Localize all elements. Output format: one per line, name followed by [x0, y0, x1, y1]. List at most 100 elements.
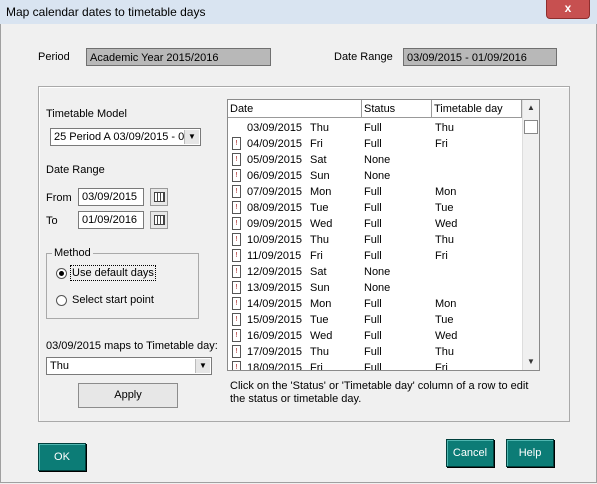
- select-start-point-label[interactable]: Select start point: [72, 294, 154, 306]
- status-cell[interactable]: Full: [364, 360, 382, 370]
- date-cell: 14/09/2015: [247, 298, 303, 310]
- status-cell[interactable]: Full: [364, 216, 382, 232]
- to-calendar-button[interactable]: [150, 211, 168, 229]
- table-row[interactable]: ! 09/09/2015 Wed Full Wed: [228, 216, 522, 232]
- date-cell: 10/09/2015: [247, 234, 303, 246]
- apply-button[interactable]: Apply: [78, 383, 178, 408]
- table-row[interactable]: ! 15/09/2015 Tue Full Tue: [228, 312, 522, 328]
- table-row[interactable]: ! 14/09/2015 Mon Full Mon: [228, 296, 522, 312]
- status-cell[interactable]: Full: [364, 312, 382, 328]
- status-cell[interactable]: None: [364, 264, 390, 280]
- scroll-down-icon[interactable]: ▼: [525, 356, 537, 368]
- table-row[interactable]: ! 18/09/2015 Fri Full Fri: [228, 360, 522, 370]
- chevron-down-icon[interactable]: ▼: [184, 130, 199, 144]
- column-header-date[interactable]: Date: [228, 100, 362, 118]
- from-calendar-button[interactable]: [150, 188, 168, 206]
- table-row[interactable]: ! 04/09/2015 Fri Full Fri: [228, 136, 522, 152]
- timetable-day-cell[interactable]: Thu: [435, 120, 454, 136]
- scroll-thumb[interactable]: [524, 120, 538, 134]
- cancel-button[interactable]: Cancel: [446, 439, 494, 467]
- date-cell: 06/09/2015: [247, 170, 303, 182]
- timetable-model-select[interactable]: 25 Period A 03/09/2015 - 0 ▼: [50, 128, 201, 146]
- table-row[interactable]: ! 07/09/2015 Mon Full Mon: [228, 184, 522, 200]
- status-cell[interactable]: Full: [364, 248, 382, 264]
- select-start-point-radio[interactable]: [56, 295, 67, 306]
- calendar-icon: [153, 215, 165, 225]
- use-default-days-label[interactable]: Use default days: [70, 265, 156, 281]
- to-label: To: [46, 215, 58, 227]
- timetable-day-cell[interactable]: Fri: [435, 248, 448, 264]
- method-group: [46, 253, 199, 319]
- status-cell[interactable]: Full: [364, 200, 382, 216]
- timetable-day-cell[interactable]: Tue: [435, 312, 454, 328]
- day-note-icon: !: [232, 329, 241, 342]
- weekday-cell: Wed: [310, 218, 333, 230]
- day-note-icon: !: [232, 297, 241, 310]
- timetable-day-cell[interactable]: Fri: [435, 136, 448, 152]
- timetable-day-cell[interactable]: Thu: [435, 232, 454, 248]
- status-cell[interactable]: Full: [364, 136, 382, 152]
- date-cell: 13/09/2015: [247, 282, 303, 294]
- weekday-cell: Tue: [310, 314, 329, 326]
- timetable-day-cell[interactable]: Mon: [435, 296, 456, 312]
- close-icon: x: [564, 1, 572, 15]
- status-cell[interactable]: Full: [364, 296, 382, 312]
- status-cell[interactable]: Full: [364, 184, 382, 200]
- status-cell[interactable]: None: [364, 168, 390, 184]
- help-button[interactable]: Help: [506, 439, 554, 467]
- to-date-field[interactable]: 01/09/2016: [78, 211, 144, 229]
- table-row[interactable]: 03/09/2015 Thu Full Thu: [228, 120, 522, 136]
- day-note-icon: !: [232, 217, 241, 230]
- day-note-icon: !: [232, 265, 241, 278]
- table-row[interactable]: ! 05/09/2015 Sat None: [228, 152, 522, 168]
- grid-hint: Click on the 'Status' or 'Timetable day'…: [230, 380, 529, 405]
- period-label: Period: [38, 51, 70, 63]
- day-note-icon: !: [232, 249, 241, 262]
- help-label: Help: [518, 447, 542, 459]
- weekday-cell: Tue: [310, 202, 329, 214]
- timetable-day-cell[interactable]: Thu: [435, 344, 454, 360]
- scroll-up-icon[interactable]: ▲: [525, 102, 537, 114]
- status-cell[interactable]: Full: [364, 328, 382, 344]
- table-row[interactable]: ! 17/09/2015 Thu Full Thu: [228, 344, 522, 360]
- table-row[interactable]: ! 16/09/2015 Wed Full Wed: [228, 328, 522, 344]
- chevron-down-icon[interactable]: ▼: [195, 359, 210, 373]
- timetable-day-cell[interactable]: Mon: [435, 184, 456, 200]
- column-header-timetable-day[interactable]: Timetable day: [432, 100, 522, 118]
- weekday-cell: Mon: [310, 186, 332, 198]
- status-cell[interactable]: Full: [364, 120, 382, 136]
- column-header-status[interactable]: Status: [362, 100, 432, 118]
- status-cell[interactable]: Full: [364, 344, 382, 360]
- table-row[interactable]: ! 11/09/2015 Fri Full Fri: [228, 248, 522, 264]
- table-row[interactable]: ! 08/09/2015 Tue Full Tue: [228, 200, 522, 216]
- timetable-day-cell[interactable]: Tue: [435, 200, 454, 216]
- date-range-label: Date Range: [46, 164, 105, 176]
- calendar-icon: [153, 192, 165, 202]
- date-cell: 09/09/2015: [247, 218, 303, 230]
- status-cell[interactable]: None: [364, 280, 390, 296]
- date-cell: 03/09/2015: [247, 122, 303, 134]
- status-cell[interactable]: None: [364, 152, 390, 168]
- table-row[interactable]: ! 13/09/2015 Sun None: [228, 280, 522, 296]
- table-row[interactable]: ! 06/09/2015 Sun None: [228, 168, 522, 184]
- grid-scrollbar[interactable]: ▲ ▼: [522, 100, 539, 370]
- timetable-day-cell[interactable]: Wed: [435, 216, 457, 232]
- table-row[interactable]: ! 10/09/2015 Thu Full Thu: [228, 232, 522, 248]
- ok-button[interactable]: OK: [38, 443, 86, 471]
- timetable-model-label: Timetable Model: [46, 108, 127, 120]
- weekday-cell: Fri: [310, 138, 323, 150]
- timetable-day-cell[interactable]: Wed: [435, 328, 457, 344]
- day-note-icon: !: [232, 361, 241, 370]
- from-date-field[interactable]: 03/09/2015: [78, 188, 144, 206]
- date-cell: 12/09/2015: [247, 266, 303, 278]
- timetable-day-cell[interactable]: Fri: [435, 360, 448, 370]
- table-row[interactable]: ! 12/09/2015 Sat None: [228, 264, 522, 280]
- use-default-days-radio[interactable]: [56, 268, 67, 279]
- date-cell: 07/09/2015: [247, 186, 303, 198]
- maps-to-select[interactable]: Thu ▼: [46, 357, 212, 375]
- status-cell[interactable]: Full: [364, 232, 382, 248]
- ok-label: OK: [54, 451, 70, 463]
- maps-to-value: Thu: [50, 360, 69, 372]
- close-button[interactable]: x: [546, 0, 590, 19]
- calendar-grid[interactable]: Date Status Timetable day 03/09/2015 Thu F…: [227, 99, 540, 371]
